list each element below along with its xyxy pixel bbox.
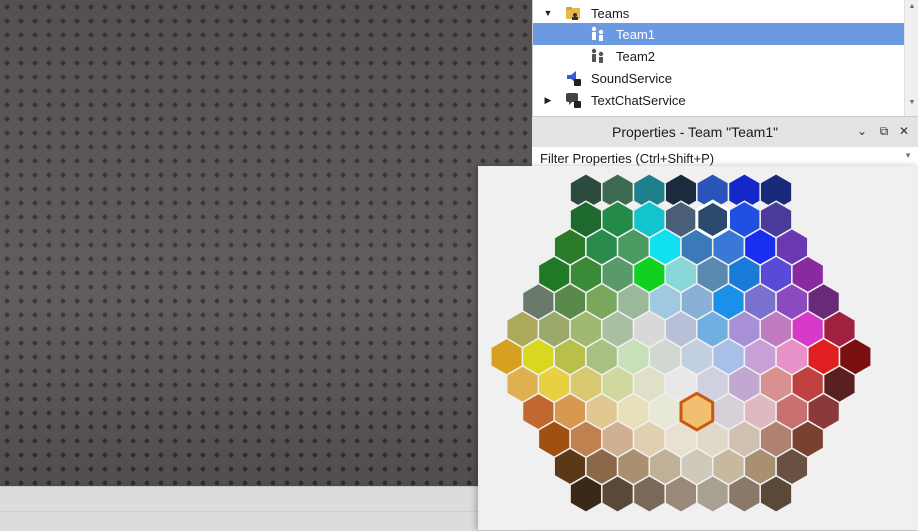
properties-header: Properties - Team "Team1" ⌄ ⧉ ✕ — [532, 116, 918, 148]
expand-arrow-icon[interactable]: ▼ — [543, 8, 553, 18]
tree-label: TextChatService — [591, 92, 686, 108]
tree-label: SoundService — [591, 70, 672, 86]
scroll-down-icon[interactable]: ▼ — [905, 96, 918, 110]
tree-item-team2[interactable]: Team2 — [533, 45, 905, 67]
sound-service-icon — [567, 71, 581, 86]
teams-folder-icon — [566, 7, 580, 20]
tree-item-teams[interactable]: ▼ Teams — [533, 2, 905, 24]
scroll-up-icon[interactable]: ▲ — [905, 0, 918, 14]
properties-title: Properties - Team "Team1" — [612, 124, 779, 140]
explorer-scrollbar[interactable]: ▲ ▼ — [904, 0, 918, 116]
text-chat-service-icon — [566, 93, 581, 108]
tree-label: Team1 — [616, 26, 656, 42]
collapse-arrow-icon[interactable]: ▶ — [543, 95, 553, 105]
tree-item-soundservice[interactable]: SoundService — [533, 67, 905, 89]
tree-label: Team2 — [616, 48, 656, 64]
tree-item-textchatservice[interactable]: ▶ TextChatService — [533, 89, 905, 111]
viewport-shading — [0, 0, 532, 486]
explorer-panel: ▼ Teams Team1 Team2 SoundService ▶ TextC… — [532, 0, 918, 116]
brick-color-picker — [478, 166, 918, 530]
team-icon — [591, 48, 604, 63]
bottom-panel — [0, 486, 532, 531]
filter-dropdown-icon[interactable]: ▼ — [904, 151, 912, 160]
close-icon[interactable]: ✕ — [896, 123, 912, 139]
color-hex-grid — [490, 172, 872, 514]
team-icon — [591, 26, 604, 41]
undock-icon[interactable]: ⧉ — [876, 123, 892, 139]
filter-properties-input[interactable] — [540, 149, 900, 167]
tree-item-team1[interactable]: Team1 — [533, 23, 905, 45]
tree-label: Teams — [591, 5, 630, 21]
chevron-down-icon[interactable]: ⌄ — [854, 123, 870, 139]
